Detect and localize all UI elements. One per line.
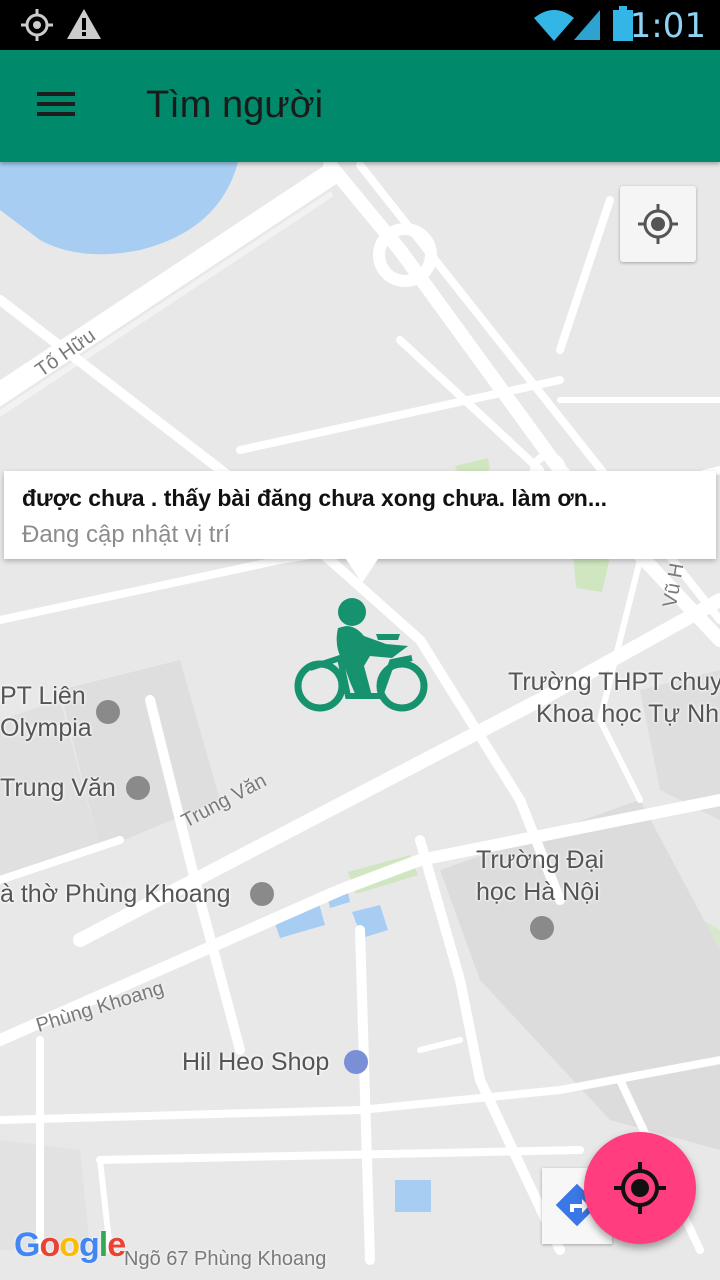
poi-label-olympia: Olympia xyxy=(0,714,92,742)
poi-label-trung-van: Trung Văn xyxy=(0,774,116,802)
street-label-ngo-67: Ngõ 67 Phùng Khoang xyxy=(124,1248,327,1270)
school-icon xyxy=(530,916,554,940)
crosshair-icon xyxy=(614,1162,666,1214)
info-window-subtitle: Đang cập nhật vị trí xyxy=(22,521,231,548)
warning-icon xyxy=(67,9,101,39)
poi-label-hoc-ha-noi: học Hà Nội xyxy=(476,878,600,906)
status-bar: 1:01 xyxy=(0,0,720,50)
shopping-bag-icon xyxy=(344,1050,368,1074)
poi-label-truong-dh: Trường Đại xyxy=(476,846,605,874)
church-icon xyxy=(250,882,274,906)
school-icon xyxy=(96,700,120,724)
wifi-icon xyxy=(534,10,574,41)
clock: 1:01 xyxy=(629,6,706,46)
poi-label-nha-tho: à thờ Phùng Khoang xyxy=(0,880,231,908)
poi-label-pt-lien: PT Liên xyxy=(0,682,86,710)
page-title: Tìm người xyxy=(146,84,324,126)
crosshair-icon xyxy=(638,204,678,244)
marker-info-window[interactable]: được chưa . thấy bài đăng chưa xong chưa… xyxy=(4,471,716,583)
signal-icon xyxy=(574,10,600,40)
my-location-button[interactable] xyxy=(620,186,696,262)
motorbike-marker-icon[interactable] xyxy=(290,596,430,720)
gps-icon xyxy=(21,9,53,41)
app-bar: Tìm người xyxy=(0,50,720,162)
poi-label-truong-thpt: Trường THPT chuy xyxy=(508,668,720,696)
info-window-title: được chưa . thấy bài đăng chưa xong chưa… xyxy=(22,485,607,511)
school-icon xyxy=(126,776,150,800)
poi-label-khoa-hoc: Khoa học Tự Nh xyxy=(536,700,720,728)
poi-label-hil-heo-shop: Hil Heo Shop xyxy=(182,1048,330,1076)
hamburger-menu-icon[interactable] xyxy=(30,86,82,126)
google-logo: Google xyxy=(14,1226,126,1264)
find-location-fab[interactable] xyxy=(584,1132,696,1244)
